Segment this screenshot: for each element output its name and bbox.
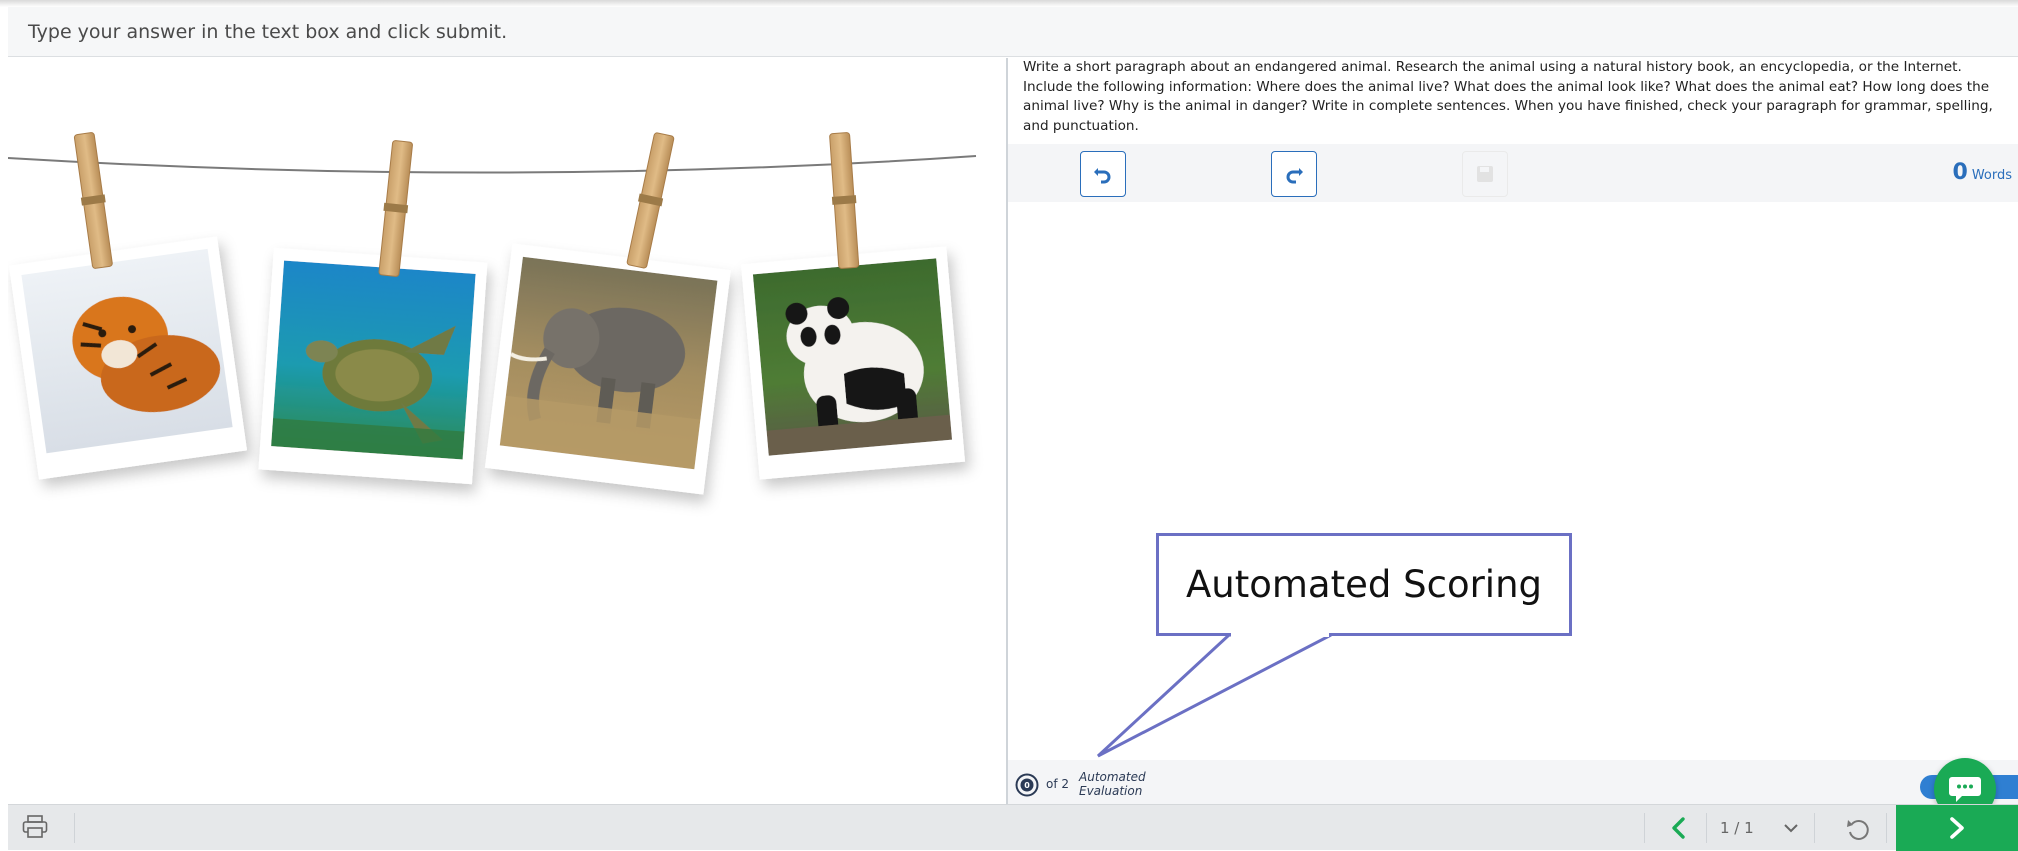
instruction-bar: Type your answer in the text box and cli… bbox=[8, 7, 2018, 57]
toolbar-separator bbox=[1814, 813, 1815, 843]
panda-photo bbox=[740, 246, 966, 480]
window-top-edge bbox=[0, 0, 2018, 7]
clothespin-3 bbox=[626, 132, 675, 269]
redo-button[interactable] bbox=[1271, 151, 1317, 197]
toolbar-separator bbox=[1706, 813, 1707, 843]
next-chevron-icon bbox=[1950, 817, 1964, 839]
response-pane: Write a short paragraph about an endange… bbox=[1008, 58, 2018, 804]
clothespin-4 bbox=[829, 132, 860, 269]
undo-icon bbox=[1094, 168, 1111, 184]
chevron-down-icon[interactable] bbox=[1783, 820, 1799, 836]
save-icon bbox=[1477, 166, 1493, 182]
writing-prompt: Write a short paragraph about an endange… bbox=[1023, 59, 1993, 134]
callout-text: Automated Scoring bbox=[1185, 563, 1543, 606]
tiger-photo bbox=[8, 236, 248, 480]
evaluation-badge-number: 0 bbox=[1024, 781, 1030, 790]
instruction-text: Type your answer in the text box and cli… bbox=[28, 21, 508, 43]
elephant-photo bbox=[484, 243, 731, 495]
evaluation-label-line1: Automated bbox=[1079, 770, 1146, 784]
redo-icon bbox=[1286, 168, 1303, 184]
answer-text-editor[interactable] bbox=[1008, 202, 2018, 760]
evaluation-label-line2: Evaluation bbox=[1079, 784, 1143, 798]
sea-turtle-photo bbox=[258, 247, 488, 485]
next-button[interactable] bbox=[1896, 805, 2018, 851]
clothespin-2 bbox=[378, 140, 413, 277]
toolbar-separator bbox=[1886, 813, 1887, 843]
evaluation-bar: 0 of 2 Automated Evaluation bbox=[1008, 760, 2018, 804]
word-count: 0 Words bbox=[1953, 160, 2013, 185]
toolbar-separator bbox=[1644, 813, 1645, 843]
chat-bubble-icon bbox=[1949, 777, 1981, 802]
clothespin-1 bbox=[73, 132, 113, 269]
print-icon[interactable] bbox=[22, 815, 48, 839]
page-indicator[interactable]: 1 / 1 bbox=[1720, 819, 1754, 837]
undo-button[interactable] bbox=[1080, 151, 1126, 197]
save-button[interactable] bbox=[1462, 151, 1508, 197]
endangered-animals-illustration bbox=[7, 132, 977, 495]
bottom-navigation-bar: 1 / 1 bbox=[8, 804, 2018, 851]
word-count-number: 0 bbox=[1952, 160, 1968, 185]
automated-evaluation-button[interactable]: Automated Evaluation bbox=[1079, 770, 1146, 798]
word-count-unit: Words bbox=[1971, 168, 2012, 183]
previous-chevron-icon[interactable] bbox=[1666, 815, 1692, 841]
evaluation-badge-icon: 0 bbox=[1015, 773, 1039, 797]
evaluation-attempts: of 2 bbox=[1046, 777, 1070, 791]
toolbar-separator bbox=[74, 813, 75, 843]
stimulus-pane bbox=[7, 58, 1006, 804]
automated-scoring-callout: Automated Scoring bbox=[1156, 533, 1572, 636]
editor-toolbar: 0 Words bbox=[1008, 144, 2018, 202]
reset-icon[interactable] bbox=[1844, 815, 1872, 843]
